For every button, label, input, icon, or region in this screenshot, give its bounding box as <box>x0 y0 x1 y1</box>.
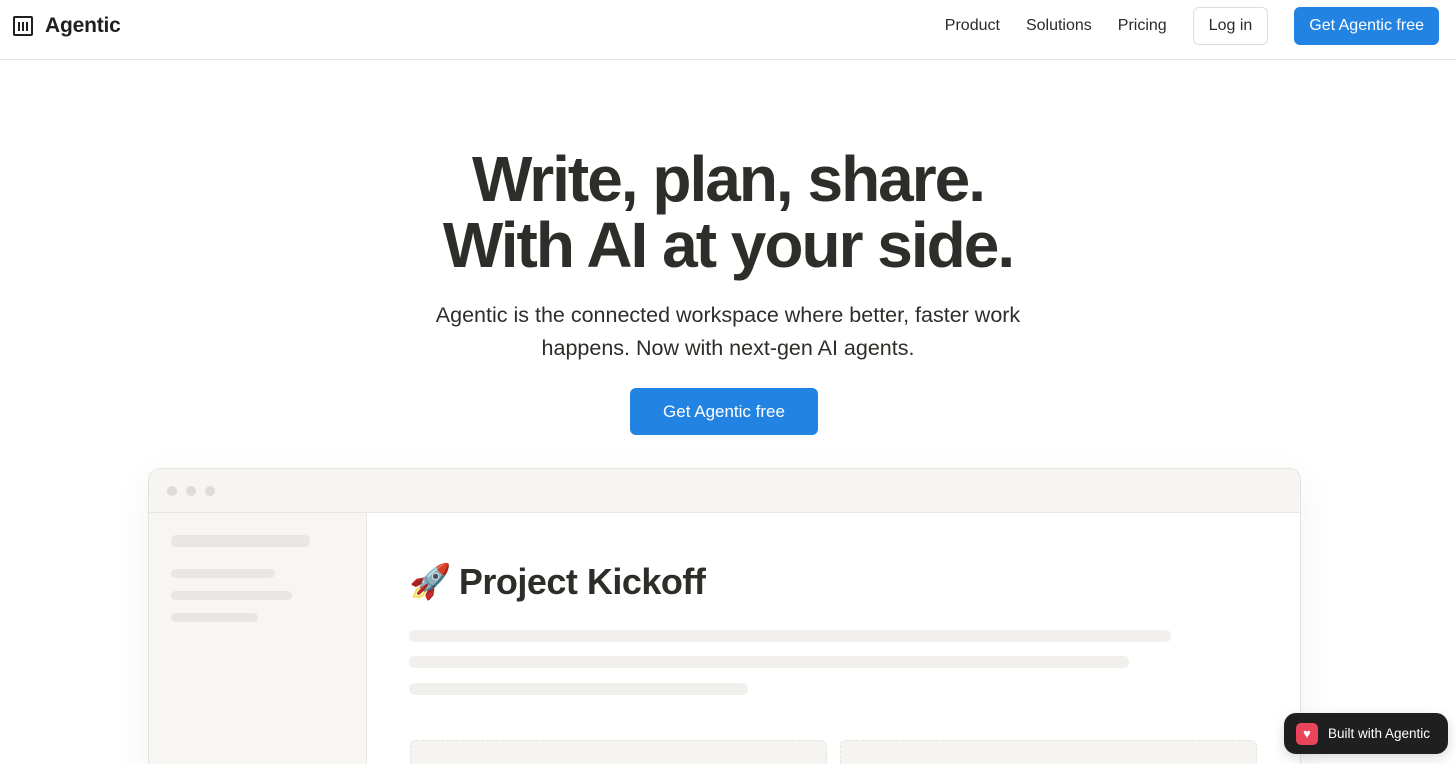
document-title: 🚀 Project Kickoff <box>409 561 706 603</box>
badge-label: Built with Agentic <box>1328 726 1431 741</box>
hero-subtitle-line-1: Agentic is the connected workspace where… <box>435 303 1021 327</box>
rocket-icon: 🚀 <box>409 563 451 601</box>
agentic-logo-icon <box>13 16 33 36</box>
sidebar-skeleton-line <box>171 591 292 600</box>
hero-title-line-1: Write, plan, share. <box>471 143 986 215</box>
brand[interactable]: Agentic <box>13 14 121 38</box>
main-nav: Product Solutions Pricing Log in Get Age… <box>945 7 1439 45</box>
document-title-text: Project Kickoff <box>458 561 706 602</box>
window-titlebar <box>149 469 1300 513</box>
hero-title: Write, plan, share. With AI at your side… <box>0 146 1456 278</box>
preview-sidebar <box>149 513 367 764</box>
document-card-placeholder <box>410 740 827 764</box>
document-skeleton-line <box>409 683 748 695</box>
document-skeleton-line <box>409 656 1129 668</box>
hero-title-line-2: With AI at your side. <box>442 209 1015 281</box>
window-dot-icon <box>205 486 215 496</box>
hero-subtitle-line-2: happens. Now with next-gen AI agents. <box>541 336 915 360</box>
sidebar-skeleton-line <box>171 569 275 578</box>
window-dot-icon <box>186 486 196 496</box>
login-button[interactable]: Log in <box>1192 7 1269 45</box>
hero-subtitle: Agentic is the connected workspace where… <box>0 299 1456 365</box>
preview-document: 🚀 Project Kickoff <box>367 513 1300 764</box>
app-preview-window: 🚀 Project Kickoff <box>148 468 1301 764</box>
nav-link-solutions[interactable]: Solutions <box>1026 17 1092 35</box>
document-card-placeholder <box>840 740 1257 764</box>
nav-link-pricing[interactable]: Pricing <box>1118 17 1167 35</box>
get-agentic-free-nav-button[interactable]: Get Agentic free <box>1294 7 1439 45</box>
window-dot-icon <box>167 486 177 496</box>
sidebar-skeleton-line <box>171 613 258 622</box>
nav-link-product[interactable]: Product <box>945 17 1000 35</box>
sidebar-skeleton-line <box>171 535 310 547</box>
heart-icon: ♥ <box>1296 722 1318 745</box>
get-agentic-free-hero-button[interactable]: Get Agentic free <box>630 388 818 435</box>
brand-name: Agentic <box>45 14 121 37</box>
top-navbar: Agentic Product Solutions Pricing Log in… <box>0 0 1456 60</box>
built-with-agentic-badge[interactable]: ♥ Built with Agentic <box>1284 713 1448 754</box>
document-skeleton-line <box>409 630 1171 642</box>
